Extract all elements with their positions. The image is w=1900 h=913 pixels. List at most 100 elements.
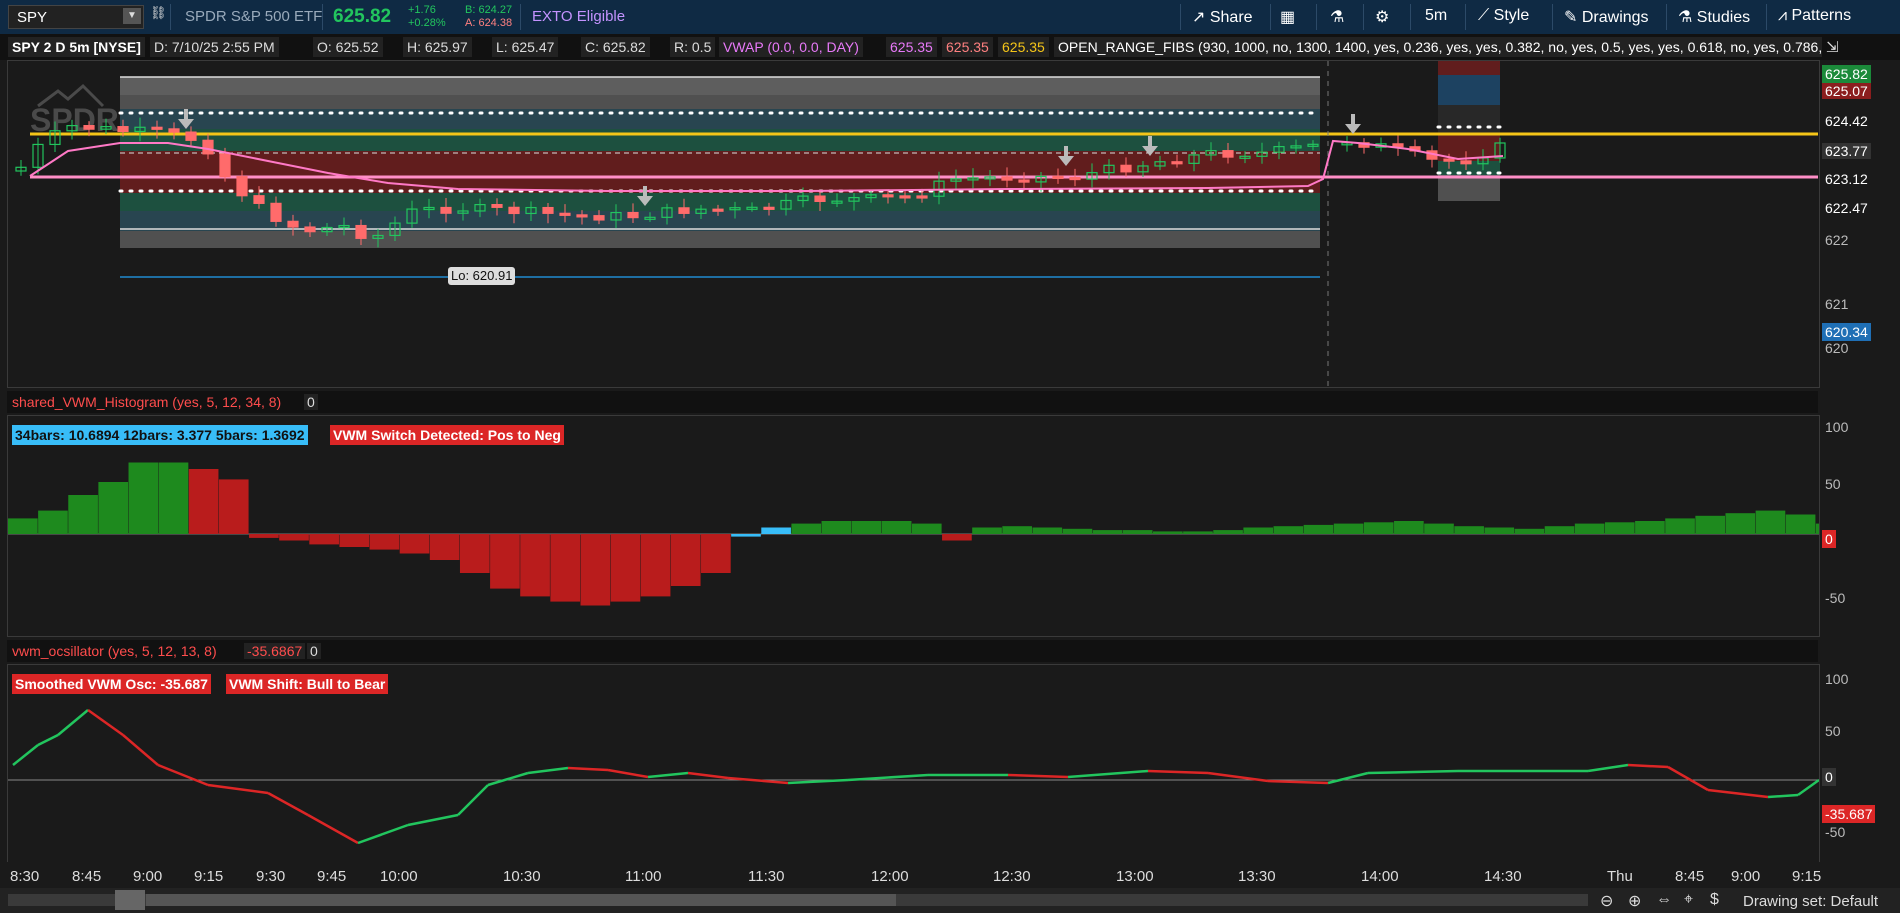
share-label: Share bbox=[1209, 9, 1253, 26]
chart-title: SPY 2 D 5m [NYSE] bbox=[8, 37, 145, 57]
bar-low: L: 625.47 bbox=[492, 37, 559, 57]
oscillator-chart[interactable] bbox=[8, 665, 1819, 863]
candle-body bbox=[1120, 164, 1132, 173]
open-range-fibs-label[interactable]: OPEN_RANGE_FIBS (930, 1000, no, 1300, 14… bbox=[1054, 37, 1822, 57]
fib-band bbox=[120, 193, 1320, 211]
histogram-bar bbox=[279, 534, 309, 541]
bottom-bar: ⊖ ⊕ ⇔ ⌖ $ Drawing set: Default bbox=[0, 888, 1900, 913]
settings-button[interactable]: ⚙ bbox=[1375, 7, 1389, 27]
oscillator-segment bbox=[12, 744, 39, 766]
vwm-shift-badge: VWM Shift: Bull to Bear bbox=[226, 674, 389, 694]
crosshair-icon[interactable]: ⌖ bbox=[1684, 891, 1693, 909]
time-label: 12:00 bbox=[871, 868, 909, 885]
divider bbox=[520, 4, 521, 30]
price-chart[interactable]: SPDR bbox=[8, 61, 1819, 387]
histogram-bar bbox=[1424, 523, 1454, 534]
studies-button[interactable]: ⚗ Studies bbox=[1678, 7, 1750, 27]
histogram-pane[interactable]: 34bars: 10.6894 12bars: 3.377 5bars: 1.3… bbox=[7, 415, 1820, 637]
price-pane[interactable]: SPDR Lo: 620.91 bbox=[7, 60, 1820, 388]
candle-body bbox=[1392, 143, 1404, 148]
candle-body bbox=[1460, 160, 1472, 165]
bar-close: C: 625.82 bbox=[581, 37, 650, 57]
histogram-bar bbox=[1122, 530, 1153, 534]
share-icon: ↗ bbox=[1192, 9, 1206, 26]
histogram-bar bbox=[8, 518, 38, 534]
oscillator-segment bbox=[1147, 769, 1209, 775]
ask-price: A: 624.38 bbox=[465, 17, 513, 29]
price-axis: 625.07 624.42 623.77 623.12 622.47 622 6… bbox=[1818, 60, 1900, 386]
dollar-icon[interactable]: $ bbox=[1710, 891, 1719, 909]
histogram-bar bbox=[580, 534, 611, 606]
fib-band bbox=[1438, 61, 1500, 75]
time-label: 9:15 bbox=[1792, 868, 1822, 885]
axis-price-label: 622.47 bbox=[1825, 200, 1868, 216]
oscillator-study-label[interactable]: vwm_ocsillator (yes, 5, 12, 13, 8) bbox=[12, 643, 217, 659]
scrollbar-track[interactable] bbox=[8, 890, 1588, 910]
oscillator-segment bbox=[357, 823, 409, 845]
scrollbar-handle[interactable] bbox=[115, 890, 145, 910]
chevron-down-icon[interactable]: ▼ bbox=[123, 8, 141, 24]
flip-chart-button[interactable]: ▦ bbox=[1280, 7, 1295, 27]
oscillator-segment bbox=[37, 733, 59, 747]
oscillator-segment bbox=[1707, 788, 1769, 799]
histogram-bar bbox=[701, 534, 731, 573]
change-percent: +0.28% bbox=[408, 17, 446, 29]
histogram-bar bbox=[339, 534, 370, 547]
collapse-arrows-icon[interactable]: ⇲ bbox=[1826, 38, 1839, 56]
axis-price-label: 625.07 bbox=[1822, 83, 1871, 99]
drawing-icon: ✎ bbox=[1564, 9, 1578, 26]
histogram-chart[interactable] bbox=[8, 416, 1819, 636]
divider bbox=[1270, 4, 1271, 30]
histogram-bar bbox=[1755, 510, 1786, 534]
histogram-bar bbox=[68, 495, 98, 534]
drawing-set-label[interactable]: Drawing set: Default bbox=[1743, 893, 1878, 910]
time-label: 11:00 bbox=[625, 868, 662, 885]
divider bbox=[1363, 4, 1364, 30]
oscillator-segment bbox=[207, 783, 269, 795]
zoom-out-icon[interactable]: ⊖ bbox=[1600, 891, 1613, 911]
timeframe-button[interactable]: 5m bbox=[1425, 7, 1447, 25]
histogram-bar bbox=[1243, 527, 1274, 534]
oscillator-segment bbox=[1267, 779, 1329, 785]
histogram-bar bbox=[1695, 515, 1726, 534]
time-label: 13:30 bbox=[1238, 868, 1276, 885]
histogram-bar bbox=[98, 482, 129, 534]
divider bbox=[1180, 4, 1181, 30]
link-icon[interactable]: ⛓ bbox=[150, 5, 167, 21]
flask-button[interactable]: ⚗ bbox=[1330, 7, 1344, 27]
style-button[interactable]: ⟋ Style bbox=[1478, 7, 1529, 25]
zoom-in-icon[interactable]: ⊕ bbox=[1628, 891, 1641, 911]
oscillator-axis: 100 50 -50 0 -35.687 bbox=[1818, 664, 1900, 862]
vwap-study-label[interactable]: VWAP (0.0, 0.0, DAY) bbox=[719, 37, 863, 57]
candle-body bbox=[287, 220, 299, 228]
share-button[interactable]: ↗ Share bbox=[1192, 7, 1253, 27]
scrollbar-thumb[interactable] bbox=[146, 894, 896, 906]
drawings-button[interactable]: ✎ Drawings bbox=[1564, 7, 1649, 27]
candle-body bbox=[508, 206, 520, 215]
pan-horizontal-icon[interactable]: ⇔ bbox=[1656, 891, 1672, 909]
smoothed-osc-badge: Smoothed VWM Osc: -35.687 bbox=[12, 674, 211, 694]
patterns-label: Patterns bbox=[1791, 7, 1852, 24]
histogram-zero-tag: 0 bbox=[1822, 530, 1836, 548]
top-toolbar: SPY ▼ ⛓ SPDR S&P 500 ETF 625.82 +1.76 +0… bbox=[0, 0, 1900, 35]
vwap-value: 625.35 bbox=[886, 37, 937, 57]
histogram-header: shared_VWM_Histogram (yes, 5, 12, 34, 8)… bbox=[7, 391, 1818, 413]
axis-price-label: 623.12 bbox=[1825, 171, 1868, 187]
histogram-study-label[interactable]: shared_VWM_Histogram (yes, 5, 12, 34, 8) bbox=[12, 394, 281, 410]
symbol-selector[interactable]: SPY ▼ bbox=[8, 5, 144, 29]
divider bbox=[1666, 4, 1667, 30]
oscillator-pane[interactable]: Smoothed VWM Osc: -35.687 VWM Shift: Bul… bbox=[7, 664, 1820, 864]
symbol-description: SPDR S&P 500 ETF bbox=[185, 8, 323, 25]
oscillator-segment bbox=[1327, 771, 1369, 785]
histogram-bar bbox=[1273, 526, 1304, 534]
oscillator-segment bbox=[687, 771, 729, 780]
fib-band bbox=[120, 95, 1320, 109]
candle-body bbox=[899, 195, 911, 199]
histogram-bar bbox=[731, 534, 761, 537]
candle-body bbox=[202, 139, 214, 155]
oscillator-segment bbox=[1667, 765, 1709, 792]
patterns-button[interactable]: ⩘ Patterns bbox=[1778, 7, 1851, 25]
vwm-switch-badge: VWM Switch Detected: Pos to Neg bbox=[330, 425, 564, 445]
time-axis: 8:30 8:45 9:00 9:15 9:30 9:45 10:00 10:3… bbox=[0, 862, 1900, 888]
oscillator-segment bbox=[407, 813, 459, 827]
